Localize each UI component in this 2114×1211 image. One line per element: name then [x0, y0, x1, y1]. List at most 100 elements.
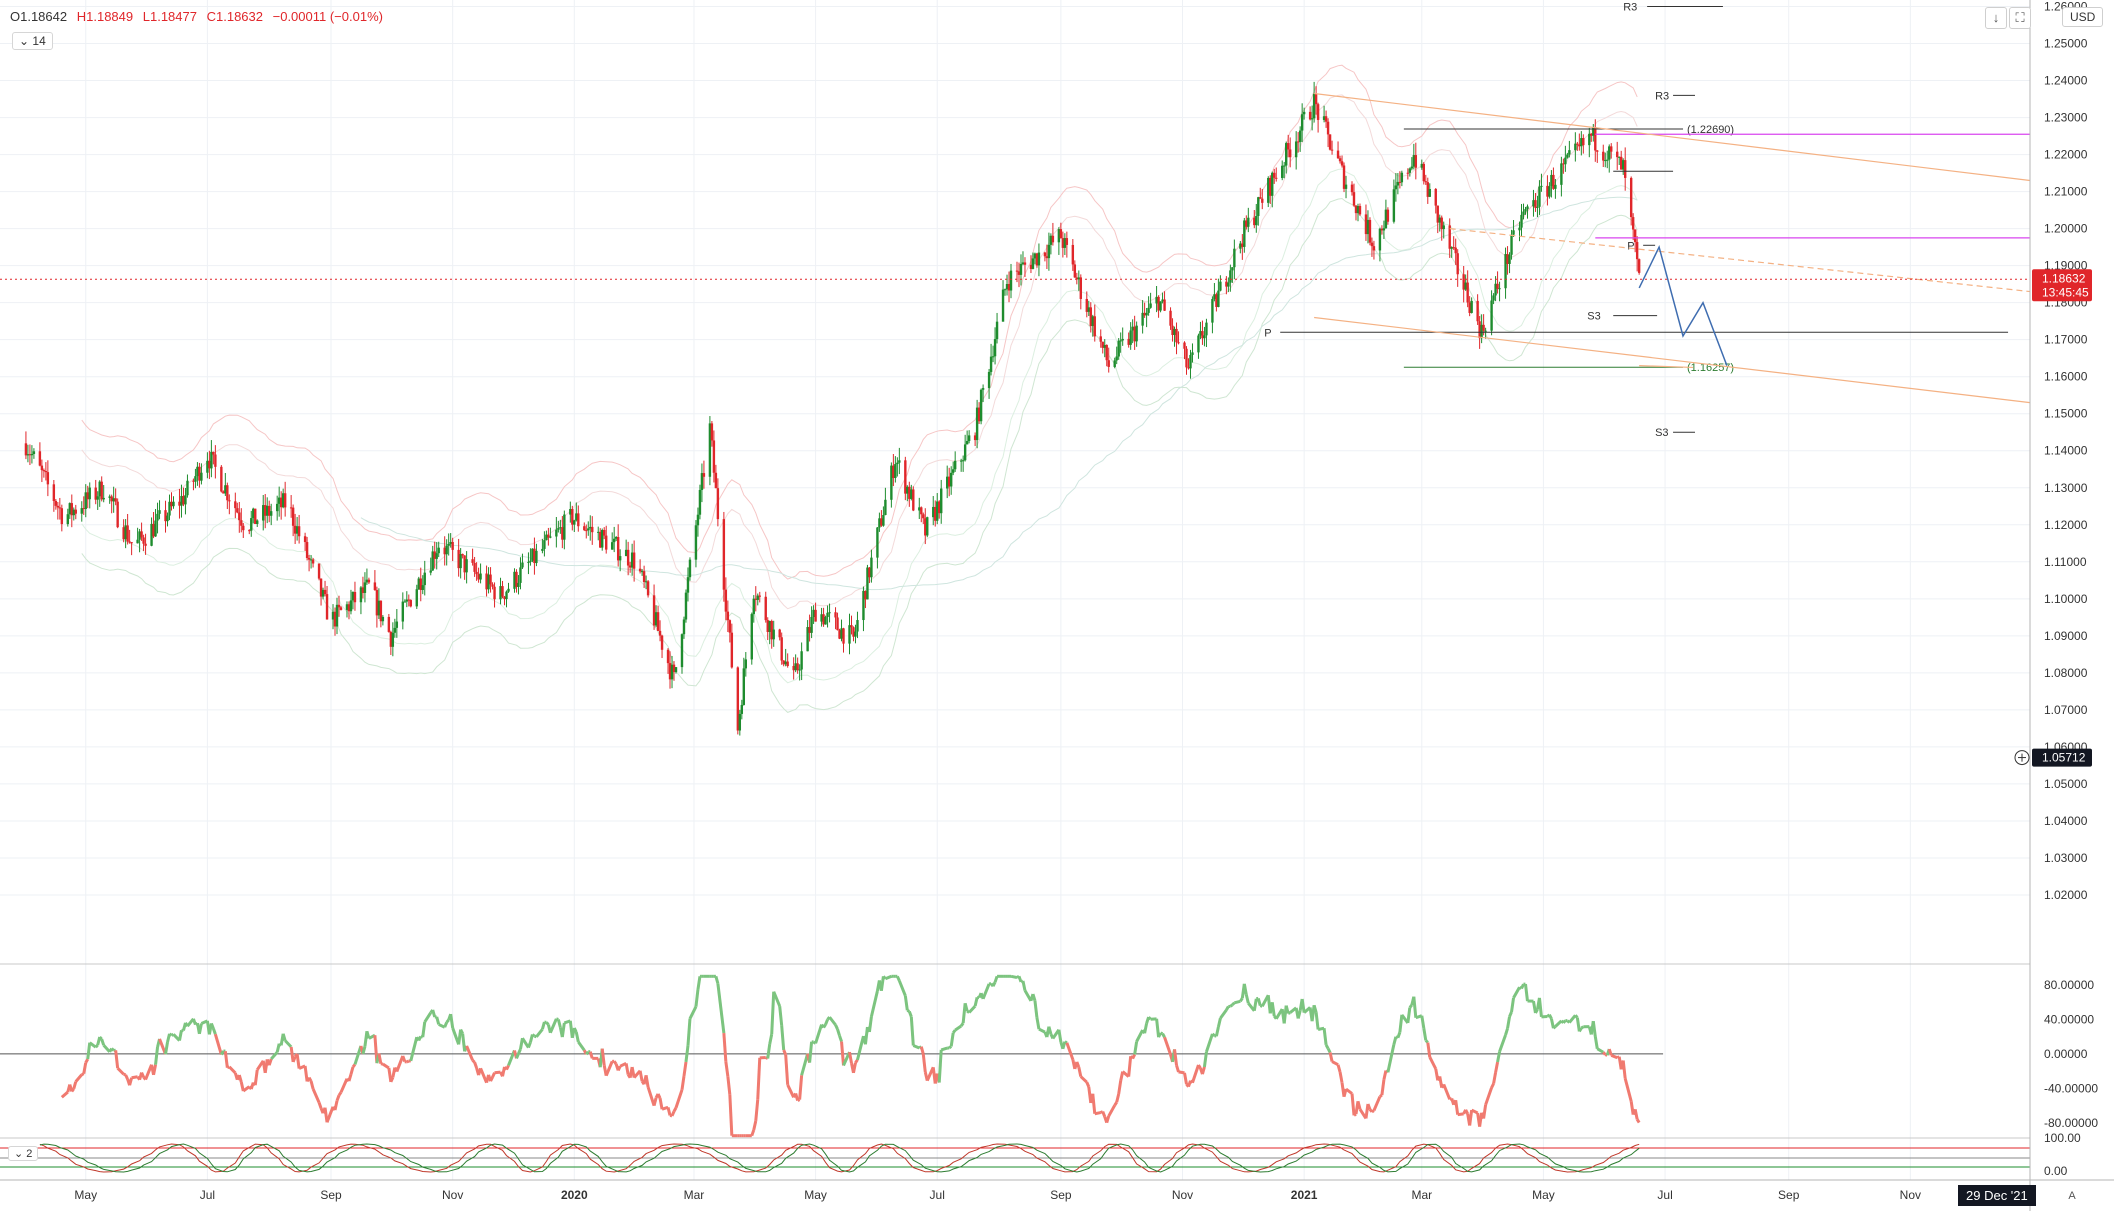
- candle-body: [1294, 141, 1298, 158]
- candle-body: [1113, 360, 1116, 367]
- candle-body: [172, 501, 175, 507]
- candle-body: [403, 601, 407, 603]
- candle-body: [632, 552, 636, 569]
- candle-body: [1065, 238, 1069, 245]
- candle-body: [1159, 301, 1162, 311]
- candle-body: [38, 451, 42, 466]
- candle-body: [563, 514, 566, 540]
- price-tick-label: 1.13000: [2044, 481, 2088, 495]
- candle-body: [200, 472, 203, 481]
- candle-body: [1534, 200, 1537, 208]
- oscillator-segment: [100, 1038, 106, 1046]
- oscillator-segment: [178, 1030, 183, 1041]
- price-tick-label: 1.24000: [2044, 74, 2088, 88]
- candle-body: [1631, 217, 1635, 230]
- oscillator-segment: [459, 1028, 464, 1035]
- oscillator-segment: [1602, 1051, 1607, 1056]
- candle-body: [1185, 348, 1188, 368]
- oscillator-segment: [778, 1006, 784, 1026]
- oscillator-segment: [1490, 1082, 1495, 1089]
- candle-body: [730, 632, 734, 668]
- time-tick-label: 2020: [561, 1188, 588, 1202]
- candle-body: [451, 542, 454, 550]
- oscillator-segment: [1578, 1027, 1583, 1033]
- candle-body: [283, 493, 287, 508]
- candle-body: [1231, 267, 1234, 271]
- candle-body: [1169, 310, 1172, 326]
- candle-body: [297, 526, 301, 537]
- currency-button[interactable]: USD: [2062, 7, 2104, 27]
- candle-body: [1229, 270, 1232, 283]
- auto-scale-button[interactable]: A: [2062, 1186, 2082, 1206]
- candle-body: [834, 612, 837, 618]
- oscillator-segment: [1296, 1010, 1302, 1019]
- candle-body: [1344, 184, 1348, 189]
- candle-body: [646, 581, 650, 596]
- candle-body: [1422, 163, 1425, 182]
- oscillator-segment: [471, 1059, 476, 1064]
- level-label: R3: [1655, 90, 1669, 102]
- candle-body: [166, 515, 169, 522]
- candle-body: [610, 542, 614, 550]
- candle-body: [1382, 228, 1386, 231]
- candle-body: [1410, 166, 1414, 169]
- fullscreen-icon[interactable]: ⛶: [2009, 7, 2031, 29]
- candle-body: [1051, 235, 1055, 243]
- oscillator-segment: [317, 1101, 323, 1109]
- oscillator-segment: [624, 1063, 630, 1075]
- candle-body: [1219, 281, 1222, 291]
- price-tick-label: 1.11000: [2044, 555, 2087, 569]
- candle-body: [694, 525, 698, 560]
- oscillator-segment: [1231, 1001, 1236, 1006]
- candle-body: [854, 631, 857, 637]
- candle-body: [752, 598, 755, 615]
- oscillator-segment: [1635, 1118, 1641, 1124]
- candle-body: [381, 616, 385, 622]
- change-value: −0.00011 (−0.01%): [272, 9, 383, 24]
- oscillator-segment: [670, 1110, 676, 1117]
- indicator-chip[interactable]: ⌄ 14: [12, 32, 53, 50]
- oscillator-segment: [389, 1076, 395, 1083]
- oscillator-segment: [1113, 1101, 1118, 1107]
- oscillator-segment: [1408, 1004, 1414, 1009]
- candle-body: [529, 560, 532, 562]
- candle-body: [577, 513, 580, 527]
- oscillator-segment: [728, 1094, 734, 1136]
- oscillator-segment: [940, 1046, 948, 1052]
- time-tick-label: Nov: [1900, 1188, 1921, 1202]
- download-icon[interactable]: ↓: [1985, 7, 2007, 29]
- candle-body: [226, 485, 229, 501]
- oscillator-segment: [766, 1043, 772, 1059]
- oscillator-segment: [798, 1075, 804, 1100]
- oscillator-segment: [1233, 999, 1241, 1005]
- oscillator-chip[interactable]: ⌄ 2: [8, 1146, 39, 1161]
- oscillator-segment: [1336, 1064, 1342, 1073]
- candle-body: [1047, 244, 1051, 259]
- candle-body: [142, 537, 145, 544]
- oscillator-segment: [1534, 1008, 1539, 1014]
- oscillator-segment: [1356, 1100, 1362, 1110]
- oscillator-segment: [560, 1022, 566, 1038]
- oscillator-segment: [515, 1053, 520, 1059]
- oscillator-segment: [638, 1070, 644, 1082]
- candle-body: [856, 620, 859, 632]
- oscillator-segment: [1482, 1104, 1488, 1119]
- candle-body: [583, 526, 586, 531]
- time-tick-label: Mar: [1411, 1188, 1432, 1202]
- candle-body: [1175, 328, 1178, 343]
- oscillator-segment: [1326, 1047, 1332, 1054]
- candle-body: [156, 513, 159, 521]
- oscillator-segment: [1211, 1032, 1216, 1037]
- candle-body: [194, 476, 197, 482]
- oscillator-segment: [907, 1010, 913, 1018]
- oscillator-segment: [694, 989, 700, 1007]
- oscillator-segment: [921, 1053, 927, 1073]
- oscillator-segment: [585, 1050, 590, 1056]
- oscillator-segment: [361, 1046, 367, 1055]
- oscillator-segment: [347, 1073, 353, 1082]
- candle-body: [256, 520, 259, 524]
- price-chart[interactable]: R3R3(1.22690)PS3P(1.16257)S3 1.260001.25…: [0, 0, 2114, 1211]
- candle-body: [1149, 303, 1152, 308]
- oscillator-segment: [1270, 1002, 1276, 1017]
- candle-body: [393, 627, 397, 633]
